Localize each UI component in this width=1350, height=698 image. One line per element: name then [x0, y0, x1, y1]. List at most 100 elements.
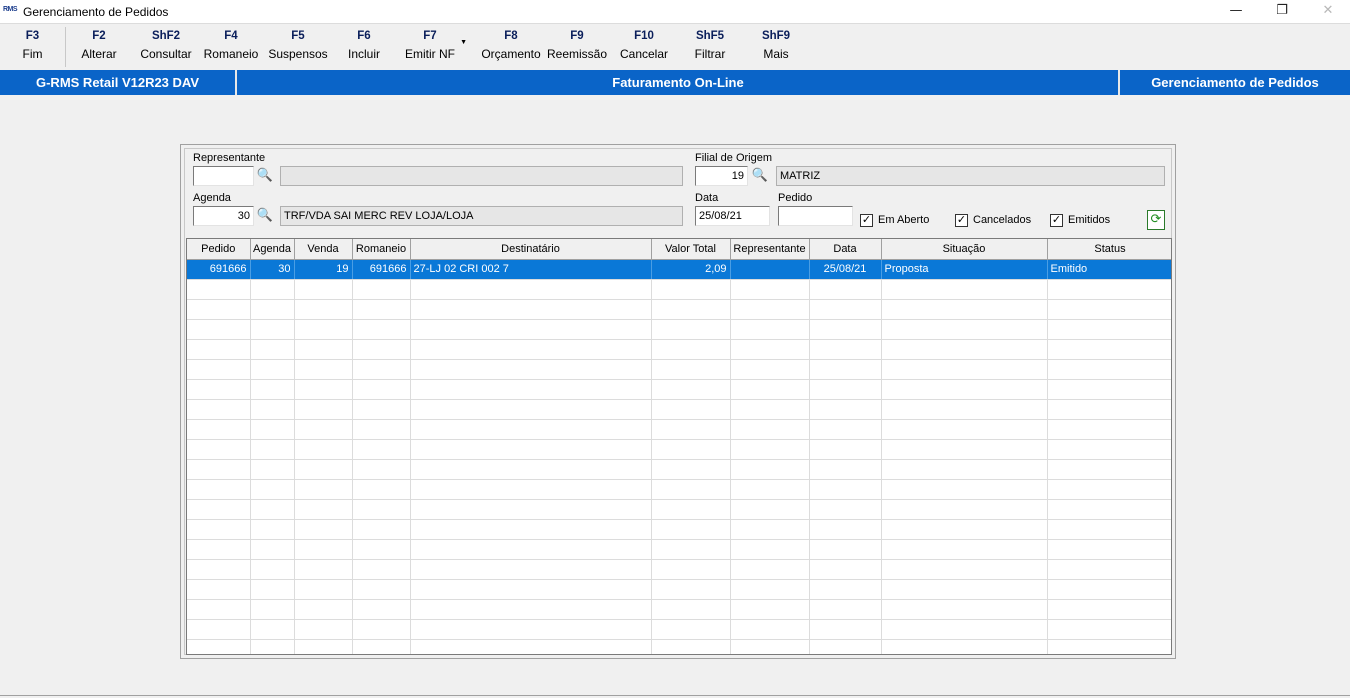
empty-cell [187, 599, 251, 620]
empty-cell [651, 499, 731, 520]
toolbar-key: F2 [92, 30, 106, 42]
empty-table-row [187, 439, 1171, 460]
column-header-venda[interactable]: Venda [294, 239, 353, 260]
empty-cell [809, 559, 882, 580]
cell-valor-total[interactable]: 2,09 [651, 259, 731, 280]
empty-cell [1047, 599, 1171, 620]
empty-cell [809, 319, 882, 340]
empty-cell [730, 619, 810, 640]
column-header-representante[interactable]: Representante [730, 239, 810, 260]
empty-cell [187, 299, 251, 320]
app-version-label: G-RMS Retail V12R23 DAV [0, 70, 237, 95]
empty-cell [809, 499, 882, 520]
empty-cell [352, 519, 411, 540]
empty-table-row [187, 379, 1171, 400]
empty-cell [809, 459, 882, 480]
empty-cell [410, 319, 652, 340]
cancelados-label: Cancelados [973, 214, 1032, 226]
toolbar-button-emitir-nf[interactable]: F7 Emitir NF ▼ [400, 27, 467, 67]
agenda-code-input[interactable]: 30 [193, 206, 254, 226]
toolbar-button-consultar[interactable]: ShF2 Consultar [135, 27, 197, 67]
column-header-situacao[interactable]: Situação [881, 239, 1048, 260]
empty-cell [651, 599, 731, 620]
toolbar-key: ShF2 [151, 30, 181, 42]
toolbar-button-cancelar[interactable]: F10 Cancelar [614, 27, 674, 67]
maximize-button[interactable]: ❐ [1259, 0, 1305, 24]
empty-cell [187, 439, 251, 460]
toolbar-label: Mais [763, 47, 789, 61]
empty-cell [294, 319, 353, 340]
checkbox-check-icon[interactable]: ✓ [1050, 213, 1063, 227]
refresh-icon[interactable]: ⟳ [1147, 210, 1165, 230]
representante-code-input[interactable] [193, 166, 254, 186]
empty-cell [730, 399, 810, 420]
toolbar-key: F4 [224, 30, 238, 42]
column-header-data[interactable]: Data [809, 239, 882, 260]
empty-cell [294, 519, 353, 540]
empty-cell [187, 339, 251, 360]
column-header-status[interactable]: Status [1047, 239, 1171, 260]
toolbar-button-romaneio[interactable]: F4 Romaneio [200, 27, 262, 67]
column-header-valor-total[interactable]: Valor Total [651, 239, 731, 260]
toolbar-key: F10 [634, 30, 654, 42]
cell-pedido[interactable]: 691666 [187, 259, 251, 280]
toolbar-button-suspensos[interactable]: F5 Suspensos [266, 27, 330, 67]
minimize-button[interactable]: — [1213, 0, 1259, 24]
empty-cell [294, 579, 353, 600]
empty-cell [1047, 299, 1171, 320]
empty-cell [651, 539, 731, 560]
empty-cell [1047, 619, 1171, 640]
close-button[interactable]: ✕ [1305, 0, 1350, 24]
cell-venda[interactable]: 19 [294, 259, 353, 280]
empty-cell [881, 539, 1048, 560]
empty-cell [294, 459, 353, 480]
cell-agenda[interactable]: 30 [250, 259, 295, 280]
data-input[interactable]: 25/08/21 [695, 206, 770, 226]
checkbox-check-icon[interactable]: ✓ [955, 213, 968, 227]
empty-table-row [187, 299, 1171, 320]
pedido-input[interactable] [778, 206, 853, 226]
em-aberto-checkbox[interactable]: ✓ Em Aberto [860, 212, 929, 228]
checkbox-check-icon[interactable]: ✓ [860, 213, 873, 227]
toolbar-button-reemissao[interactable]: F9 Reemissão [546, 27, 608, 67]
representante-lookup-icon[interactable]: 🔍 [255, 166, 275, 186]
cell-situacao[interactable]: Proposta [881, 259, 1048, 280]
empty-cell [187, 499, 251, 520]
empty-cell [730, 639, 810, 654]
column-header-destinatario[interactable]: Destinatário [410, 239, 652, 260]
cell-romaneio[interactable]: 691666 [352, 259, 411, 280]
emitidos-checkbox[interactable]: ✓ Emitidos [1050, 212, 1110, 228]
empty-cell [250, 559, 295, 580]
dropdown-arrow-icon[interactable]: ▼ [460, 39, 467, 46]
toolbar-label: Reemissão [546, 47, 608, 61]
cell-data[interactable]: 25/08/21 [809, 259, 882, 280]
toolbar-button-alterar[interactable]: F2 Alterar [67, 27, 131, 67]
empty-table-row [187, 519, 1171, 540]
column-header-pedido[interactable]: Pedido [187, 239, 251, 260]
empty-table-row [187, 479, 1171, 500]
filial-lookup-icon[interactable]: 🔍 [750, 166, 770, 186]
empty-cell [730, 439, 810, 460]
toolbar-button-orcamento[interactable]: F8 Orçamento [478, 27, 544, 67]
toolbar-button-filtrar[interactable]: ShF5 Filtrar [680, 27, 740, 67]
toolbar-key: F9 [570, 30, 584, 42]
orders-grid[interactable]: Pedido Agenda Venda Romaneio Destinatári… [186, 238, 1172, 655]
cell-representante[interactable] [730, 259, 810, 280]
toolbar-label: Alterar [81, 47, 117, 61]
empty-cell [809, 619, 882, 640]
agenda-lookup-icon[interactable]: 🔍 [255, 206, 275, 226]
empty-cell [881, 599, 1048, 620]
toolbar-button-incluir[interactable]: F6 Incluir [334, 27, 394, 67]
cell-status[interactable]: Emitido [1047, 259, 1171, 280]
column-header-agenda[interactable]: Agenda [250, 239, 295, 260]
empty-cell [651, 359, 731, 380]
filial-code-input[interactable]: 19 [695, 166, 748, 186]
empty-cell [651, 319, 731, 340]
cancelados-checkbox[interactable]: ✓ Cancelados [955, 212, 1031, 228]
cell-destinatario[interactable]: 27-LJ 02 CRI 002 7 [410, 259, 652, 280]
toolbar-button-mais[interactable]: ShF9 Mais [746, 27, 806, 67]
toolbar-button-fim[interactable]: F3 Fim [0, 27, 66, 67]
table-row[interactable]: 691666 30 19 691666 27-LJ 02 CRI 002 7 2… [187, 259, 1171, 280]
empty-cell [881, 459, 1048, 480]
column-header-romaneio[interactable]: Romaneio [352, 239, 411, 260]
